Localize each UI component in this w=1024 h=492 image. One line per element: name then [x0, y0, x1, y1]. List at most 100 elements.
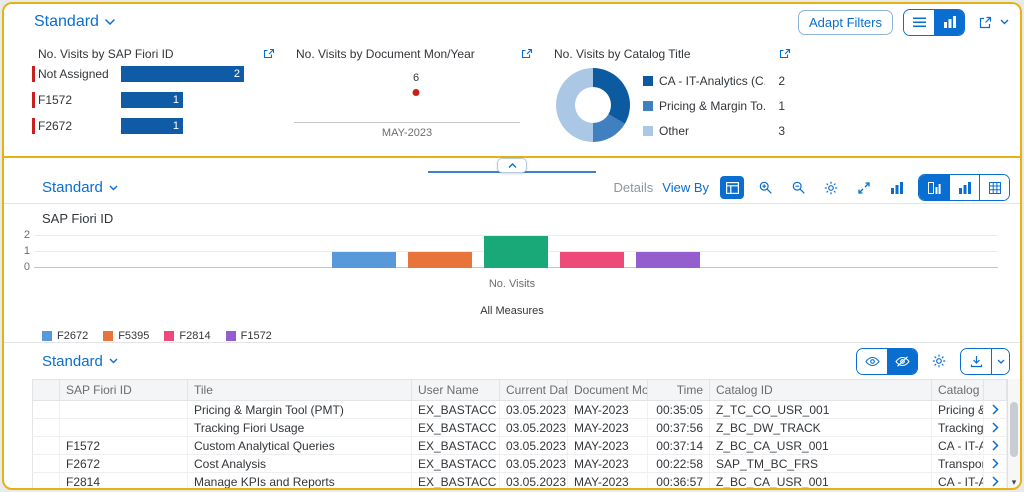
table-view-button[interactable] [979, 175, 1009, 200]
cell-select[interactable] [33, 437, 60, 455]
legend-label: Other [659, 124, 765, 138]
view-by-button[interactable]: View By [662, 180, 709, 195]
cell-select[interactable] [33, 473, 60, 491]
row-navigation-icon[interactable] [984, 437, 1007, 455]
x-axis-label: MAY-2023 [294, 127, 520, 139]
chart-table-icon [928, 182, 941, 194]
filter-bar: Standard Adapt Filters [4, 4, 1020, 40]
drilldown-button[interactable] [720, 176, 744, 199]
zoom-out-icon [792, 181, 805, 194]
chart-bar[interactable] [408, 252, 472, 268]
cell-doc-monyear: MAY-2023 [568, 473, 648, 491]
zoom-out-button[interactable] [786, 176, 810, 199]
table-row[interactable]: Tracking Fiori Usage EX_BASTACC 03.05.20… [33, 419, 1007, 437]
table-row[interactable]: F1572 Custom Analytical Queries EX_BASTA… [33, 437, 1007, 455]
column-header-current-date[interactable]: Current Date [500, 380, 568, 401]
cell-catalog-id: Z_BC_CA_USR_001 [710, 437, 932, 455]
export-menu-chevron[interactable] [991, 349, 1009, 374]
cell-select[interactable] [33, 455, 60, 473]
visual-filter-bar-row[interactable]: F1572 1 [32, 92, 284, 108]
bar-track: 1 [121, 118, 284, 134]
zoom-in-button[interactable] [753, 176, 777, 199]
chart-variant-selector[interactable]: Standard [42, 179, 118, 196]
column-header-catalog-id[interactable]: Catalog ID [710, 380, 932, 401]
cell-catalog-title: CA - IT-Ana [932, 437, 984, 455]
column-header-catalog-title[interactable]: Catalog Ti... [932, 380, 984, 401]
legend-item[interactable]: F2814 [164, 330, 210, 342]
vertical-scrollbar[interactable]: ▾ [1007, 379, 1020, 488]
select-all-header[interactable] [33, 380, 60, 401]
legend-item[interactable]: CA - IT-Analytics (C... 2 [643, 68, 800, 93]
table-row[interactable]: F2814 Manage KPIs and Reports EX_BASTACC… [33, 473, 1007, 491]
cell-time: 00:35:05 [648, 401, 710, 419]
share-menu [975, 12, 1010, 32]
page-variant-selector[interactable]: Standard [34, 13, 115, 31]
bar-chart-icon [944, 16, 956, 28]
y-tick-label: 1 [8, 245, 30, 257]
column-header-tile[interactable]: Tile [188, 380, 412, 401]
scrollbar-thumb[interactable] [1010, 402, 1018, 457]
chart-bar[interactable] [332, 252, 396, 268]
data-point[interactable]: 6 [413, 72, 420, 96]
table-variant-selector[interactable]: Standard [42, 353, 118, 370]
column-header-user-name[interactable]: User Name [412, 380, 500, 401]
chart-view-button[interactable] [949, 175, 979, 200]
legend-item[interactable]: Pricing & Margin To... 1 [643, 93, 800, 118]
table-row[interactable]: Pricing & Margin Tool (PMT) EX_BASTACC 0… [33, 401, 1007, 419]
export-button[interactable] [961, 349, 991, 374]
row-navigation-icon[interactable] [984, 473, 1007, 491]
table-row[interactable]: F2672 Cost Analysis EX_BASTACC 03.05.202… [33, 455, 1007, 473]
chart-bar[interactable] [484, 236, 548, 268]
expand-icon [858, 182, 870, 194]
eye-slash-icon [895, 356, 910, 367]
visual-filters-button[interactable] [934, 10, 964, 35]
row-navigation-icon[interactable] [984, 419, 1007, 437]
donut-chart[interactable] [556, 68, 630, 142]
legend-swatch [226, 331, 236, 341]
visual-filter-title: No. Visits by Document Mon/Year [296, 47, 475, 61]
value-help-icon[interactable] [259, 44, 279, 64]
legend-swatch [643, 101, 653, 111]
chart-settings-button[interactable] [819, 176, 843, 199]
value-help-icon[interactable] [517, 44, 537, 64]
bar-track: 2 [121, 66, 284, 82]
hybrid-view-button[interactable] [919, 175, 949, 200]
negative-indicator [32, 118, 35, 134]
collapse-header-button[interactable] [497, 158, 527, 173]
chart-bar[interactable] [560, 252, 624, 268]
chart-bar[interactable] [636, 252, 700, 268]
column-header-time[interactable]: Time [648, 380, 710, 401]
hide-details-button[interactable] [887, 349, 917, 374]
legend-item[interactable]: Other 3 [643, 118, 800, 143]
visual-filter-bar-chart: Not Assigned 2 F1572 1 [32, 66, 284, 156]
column-header-doc-monyear[interactable]: Document Mon/... [568, 380, 648, 401]
chart-type-button[interactable] [885, 176, 909, 199]
fullscreen-button[interactable] [852, 176, 876, 199]
cell-select[interactable] [33, 419, 60, 437]
cell-current-date: 03.05.2023 [500, 401, 568, 419]
legend-item[interactable]: F2672 [42, 330, 88, 342]
visual-filter-bar-row[interactable]: F2672 1 [32, 118, 284, 134]
cell-doc-monyear: MAY-2023 [568, 455, 648, 473]
value-help-icon[interactable] [775, 44, 795, 64]
details-button[interactable]: Details [614, 180, 654, 195]
column-header-fiori-id[interactable]: SAP Fiori ID [60, 380, 188, 401]
legend-item[interactable]: F1572 [226, 330, 272, 342]
visual-filter-donut-chart: CA - IT-Analytics (C... 2 Pricing & Marg… [548, 66, 800, 156]
row-navigation-icon[interactable] [984, 401, 1007, 419]
cell-select[interactable] [33, 401, 60, 419]
share-icon[interactable] [975, 12, 995, 32]
zoom-in-icon [759, 181, 772, 194]
table-settings-button[interactable] [927, 350, 951, 373]
row-navigation-icon[interactable] [984, 455, 1007, 473]
legend-item[interactable]: F5395 [103, 330, 149, 342]
cell-catalog-title: CA - IT-Ana [932, 473, 984, 491]
compact-filters-button[interactable] [904, 10, 934, 35]
adapt-filters-button[interactable]: Adapt Filters [798, 10, 893, 35]
show-details-button[interactable] [857, 349, 887, 374]
view-switch [918, 174, 1010, 201]
scroll-down-arrow[interactable]: ▾ [1008, 477, 1020, 487]
gear-icon [932, 354, 946, 368]
visual-filter-bar-row[interactable]: Not Assigned 2 [32, 66, 284, 82]
chevron-down-icon[interactable] [998, 12, 1010, 32]
